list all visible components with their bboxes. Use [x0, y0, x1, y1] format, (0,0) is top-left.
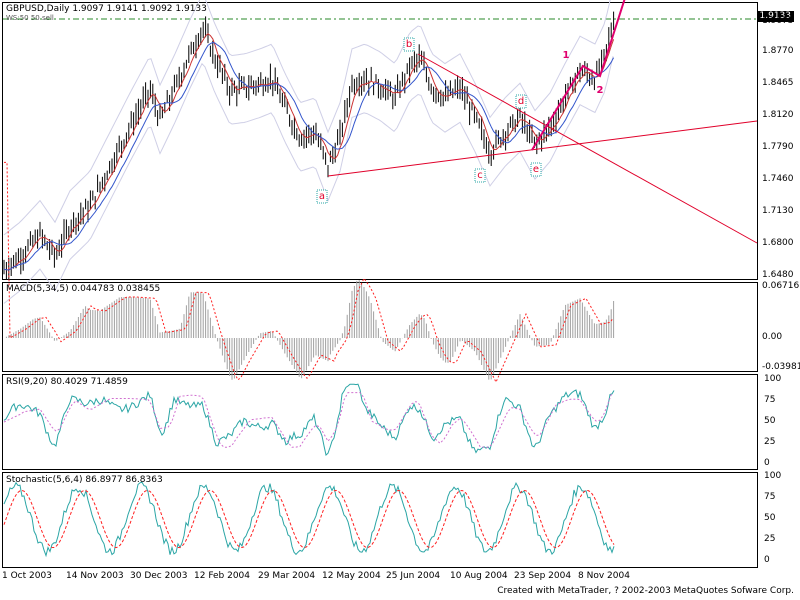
price-tick-label: 1.8770: [762, 46, 794, 56]
price-tick-label: 1.6480: [762, 270, 794, 280]
price-tick-label: 1.7790: [762, 142, 794, 152]
time-tick-label: 12 May 2004: [322, 571, 381, 581]
stoch-tick-label: 25: [764, 534, 776, 544]
rsi-tick-label: 100: [764, 374, 782, 384]
macd-tick-label: 0.06716: [762, 281, 800, 291]
rsi-value2: 71.4859: [90, 377, 128, 387]
time-tick-label: 8 Nov 2004: [578, 571, 630, 581]
price-tick-label: 1.7130: [762, 206, 794, 216]
symbol-label: GBPUSD,Daily: [6, 4, 70, 14]
wave-label-2: 2: [597, 85, 604, 96]
price-tick-label: 1.9075: [762, 16, 794, 26]
wave-label-e: e: [533, 164, 539, 175]
time-tick-label: 25 Jun 2004: [386, 571, 441, 581]
macd-value2: 0.038455: [117, 284, 161, 294]
rsi-line: [3, 383, 615, 456]
rsi-tick-label: 0: [764, 458, 770, 468]
time-tick-label: 30 Dec 2003: [130, 571, 188, 581]
rsi-value1: 80.4029: [50, 377, 88, 387]
ohlc-values: 1.9097 1.9141 1.9092 1.9133: [72, 4, 207, 14]
macd-name: MACD(5,34,5): [6, 284, 69, 294]
macd-value1: 0.044783: [71, 284, 115, 294]
stoch-value1: 86.8977: [85, 475, 123, 485]
wave-label-d: d: [518, 96, 524, 107]
chart-canvas: a b c d e 1 2: [3, 0, 758, 558]
wave-label-a: a: [319, 191, 325, 202]
price-tick-label: 1.7460: [762, 174, 794, 184]
time-tick-label: 1 Oct 2003: [2, 571, 52, 581]
macd-tick-label: 0.00: [762, 332, 783, 342]
time-tick-label: 10 Aug 2004: [450, 571, 508, 581]
envelope-lower: [3, 56, 614, 304]
wave-label-b: b: [406, 39, 412, 50]
rsi-tick-label: 50: [764, 416, 776, 426]
support-trendline: [327, 120, 758, 177]
footer-credit: Created with MetaTrader, ? 2002-2003 Met…: [497, 586, 794, 596]
wave-label-1: 1: [563, 50, 570, 61]
time-tick-label: 29 Mar 2004: [258, 571, 316, 581]
macd-tick-label: -0.03981: [762, 362, 800, 372]
time-tick-label: 12 Feb 2004: [194, 571, 251, 581]
rsi-tick-label: 75: [764, 395, 776, 405]
stoch-tick-label: 75: [764, 492, 776, 502]
stoch-tick-label: 100: [764, 471, 782, 481]
stoch-value2: 86.8363: [125, 475, 163, 485]
stoch-tick-label: 0: [764, 555, 770, 565]
macd-title: MACD(5,34,5) 0.044783 0.038455: [6, 284, 160, 294]
stochastic-signal-line: [3, 489, 615, 549]
price-title: GBPUSD,Daily 1.9097 1.9141 1.9092 1.9133: [6, 4, 207, 14]
time-tick-label: 23 Sep 2004: [514, 571, 572, 581]
rsi-title: RSI(9,20) 80.4029 71.4859: [6, 377, 128, 387]
stoch-title: Stochastic(5,6,4) 86.8977 86.8363: [6, 475, 163, 485]
fast-ma-line: [3, 33, 615, 271]
wave-label-c: c: [477, 170, 483, 181]
subtitle: WS:50 50 sell: [6, 14, 54, 22]
rsi-name: RSI(9,20): [6, 377, 48, 387]
stoch-name: Stochastic(5,6,4): [6, 475, 83, 485]
rsi-tick-label: 25: [764, 437, 776, 447]
price-tick-label: 1.8465: [762, 78, 794, 88]
price-tick-label: 1.8120: [762, 110, 794, 120]
time-tick-label: 14 Nov 2003: [66, 571, 124, 581]
stoch-tick-label: 50: [764, 513, 776, 523]
chart-window: a b c d e 1 2 GBPUSD,Daily 1.9097 1.9141 1.909…: [0, 0, 800, 600]
price-tick-label: 1.6800: [762, 238, 794, 248]
